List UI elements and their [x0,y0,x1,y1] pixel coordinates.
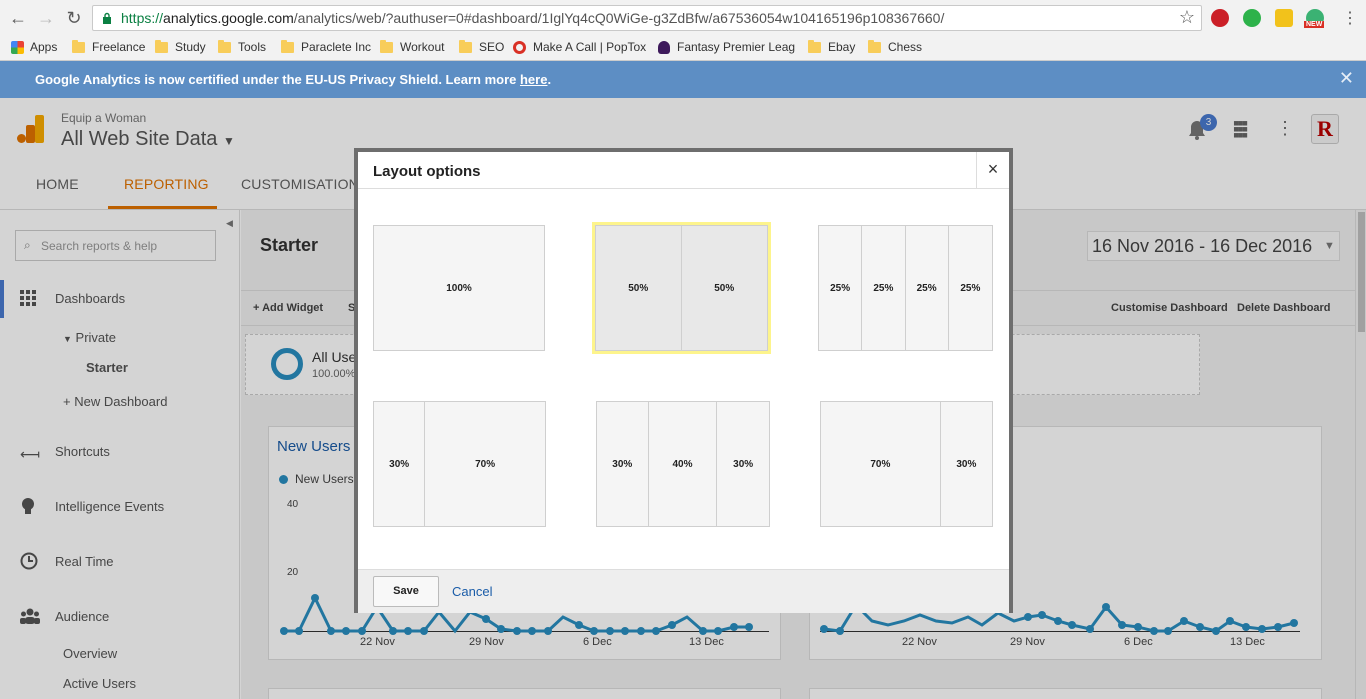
layout-options-dialog: Layout options × 100% 50% 50% 25% 25% 25… [354,148,1013,613]
layout-column: 25% [862,226,906,350]
layout-column: 25% [960,282,981,294]
url-text: https://analytics.google.com/analytics/w… [121,10,945,26]
forward-icon[interactable]: → [36,8,56,28]
layout-option-70-30[interactable]: 70% 30% [820,401,993,527]
banner-learn-more-link[interactable]: here [520,72,547,87]
back-icon[interactable]: ← [8,8,28,28]
layout-column: 70% [821,402,941,526]
layout-column: 50% [596,226,682,350]
bookmark-freelance[interactable]: Freelance [72,38,145,56]
folder-icon [380,39,393,53]
bookmark-poptox[interactable]: Make A Call | PopTox [513,38,646,56]
apps-grid-icon [11,40,24,54]
pinterest-icon[interactable] [1211,9,1229,27]
address-bar[interactable]: https://analytics.google.com/analytics/w… [92,5,1202,31]
folder-icon [459,39,472,53]
layout-column: 100% [446,282,472,294]
bookmarks-bar: Apps Freelance Study Tools Paraclete Inc… [0,36,1366,58]
layout-column: 30% [733,458,754,470]
layout-column: 50% [714,282,735,294]
browser-menu-icon[interactable]: ⋮ [1342,8,1358,28]
layout-option-30-70[interactable]: 30% 70% [373,401,546,527]
folder-icon [868,39,881,53]
layout-column: 30% [374,402,426,526]
layout-column: 30% [956,458,977,470]
bookmark-fpl[interactable]: Fantasy Premier Leag [658,38,795,56]
dialog-footer: Save Cancel [358,569,1009,613]
layout-column: 25% [906,226,949,350]
layout-column: 30% [597,402,649,526]
browser-chrome: ← → ↻ https://analytics.google.com/analy… [0,0,1366,61]
bookmark-study[interactable]: Study [155,38,206,56]
dialog-title: Layout options [373,163,481,180]
folder-icon [808,39,821,53]
premier-league-icon [658,40,670,54]
lock-icon [103,12,111,24]
bookmark-paraclete[interactable]: Paraclete Inc [281,38,371,56]
cancel-link[interactable]: Cancel [452,584,492,599]
bookmark-tools[interactable]: Tools [218,38,266,56]
folder-icon [72,39,85,53]
reload-icon[interactable]: ↻ [64,8,84,28]
layout-column: 40% [649,402,718,526]
bookmark-star-icon[interactable]: ☆ [1179,7,1195,28]
folder-icon [218,39,231,53]
layout-option-100[interactable]: 100% [373,225,545,351]
bookmark-ebay[interactable]: Ebay [808,38,855,56]
layout-column: 25% [819,226,863,350]
layout-option-50-50[interactable]: 50% 50% [592,222,771,354]
layout-column: 70% [475,458,496,470]
extension-icon[interactable] [1275,9,1293,27]
check-extension-icon[interactable] [1243,9,1261,27]
save-button[interactable]: Save [373,576,439,607]
banner-text: Google Analytics is now certified under … [35,72,552,87]
dialog-header: Layout options × [358,152,1009,189]
bookmark-chess[interactable]: Chess [868,38,922,56]
layout-option-25-25-25-25[interactable]: 25% 25% 25% 25% [818,225,993,351]
privacy-banner: Google Analytics is now certified under … [0,61,1366,98]
bookmark-apps[interactable]: Apps [11,38,57,56]
layout-option-30-40-30[interactable]: 30% 40% 30% [596,401,770,527]
bookmark-workout[interactable]: Workout [380,38,444,56]
new-badge: NEW [1304,21,1325,28]
folder-icon [281,39,294,53]
bookmark-seo[interactable]: SEO [459,38,504,56]
banner-close-icon[interactable]: ✕ [1339,68,1354,89]
target-icon [513,40,526,54]
folder-icon [155,39,168,53]
dialog-close-button[interactable]: × [976,152,1009,188]
